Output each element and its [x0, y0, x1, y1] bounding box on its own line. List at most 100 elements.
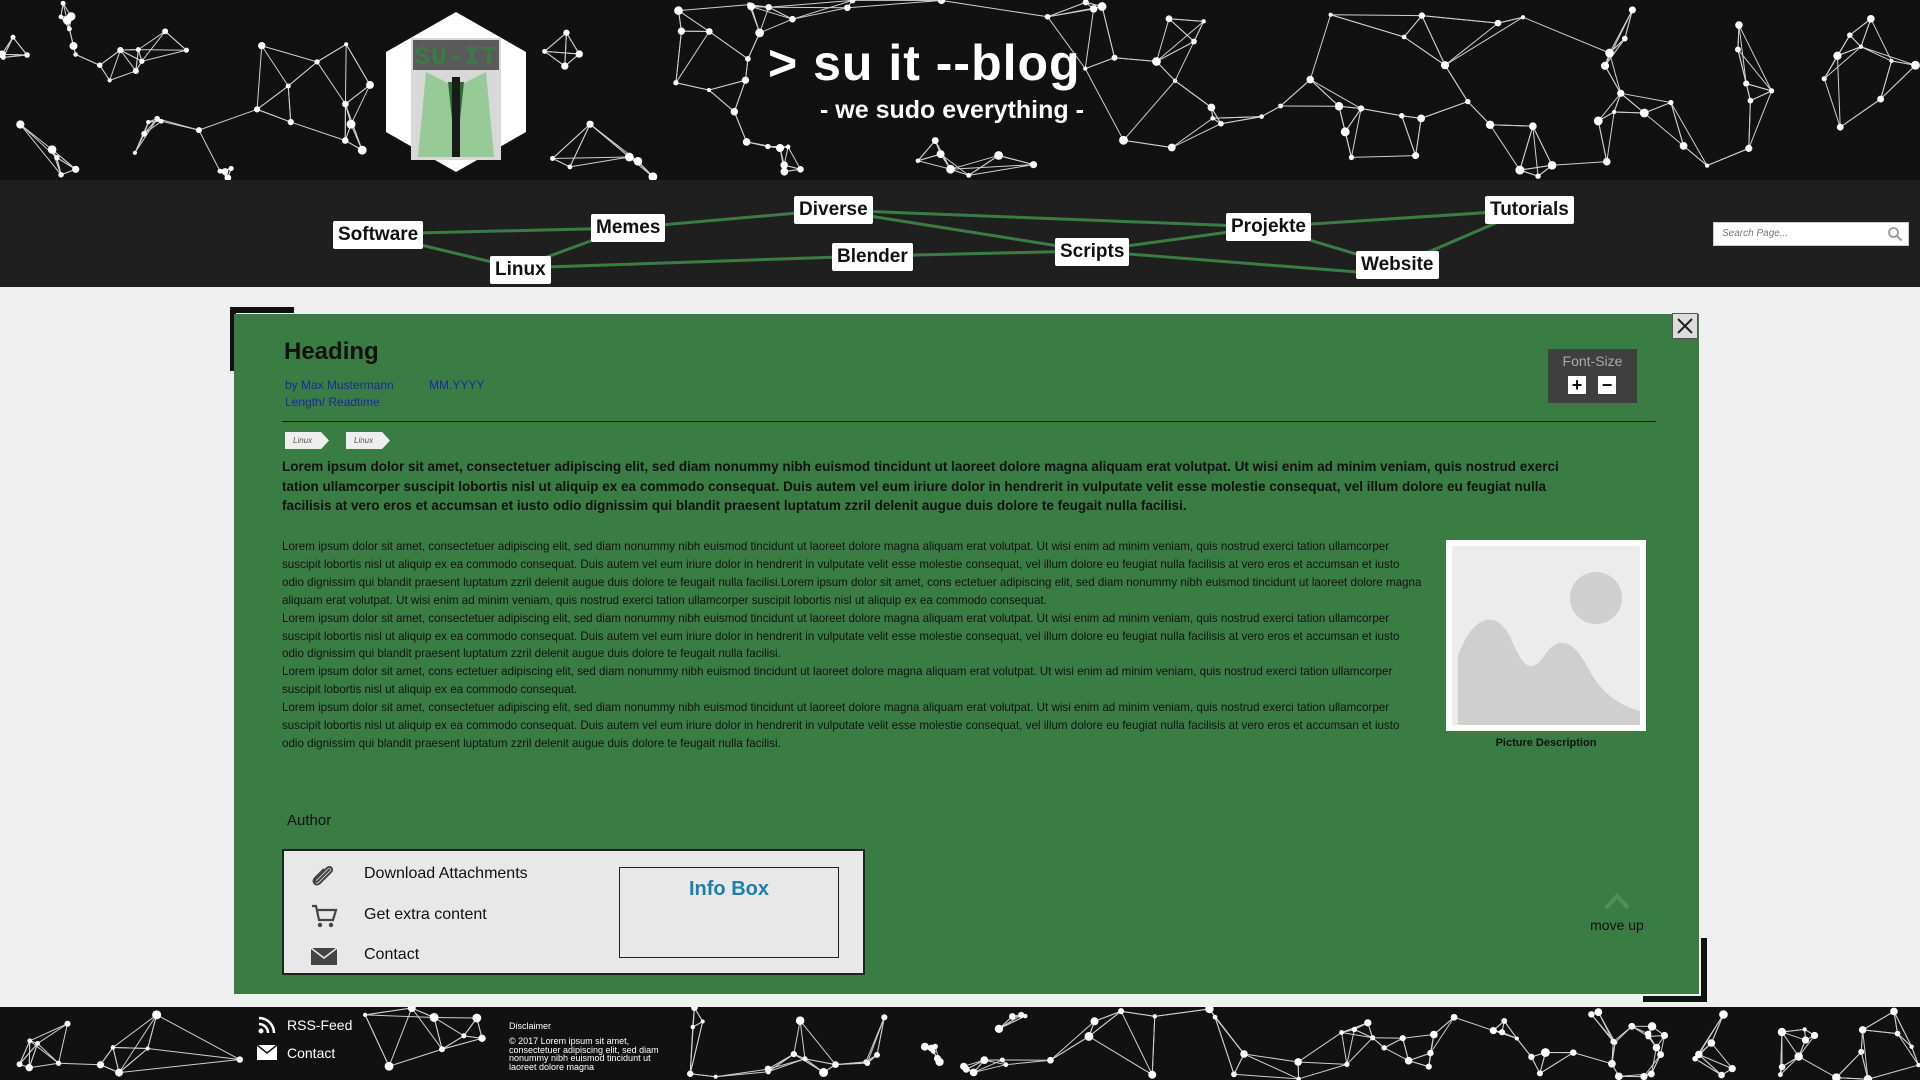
download-attachments-link[interactable]: Download Attachments: [364, 865, 528, 883]
network-node: [1357, 105, 1365, 112]
network-node: [780, 161, 788, 169]
network-line: [138, 49, 187, 51]
move-up-button[interactable]: move up: [1578, 892, 1656, 933]
article-author[interactable]: by Max Mustermann: [285, 378, 394, 392]
network-node: [55, 1060, 62, 1066]
network-node: [1029, 161, 1038, 169]
network-line: [1706, 147, 1749, 167]
network-line: [316, 43, 347, 63]
nav-item-scripts[interactable]: Scripts: [1055, 238, 1130, 266]
network-node: [1535, 173, 1541, 179]
network-line: [164, 30, 187, 51]
network-line: [1532, 126, 1539, 177]
site-footer: RSS-Feed Contact Disclaimer © 2017 Lorem…: [0, 1007, 1920, 1080]
network-line: [1151, 1016, 1156, 1075]
site-logo[interactable]: [386, 12, 526, 172]
font-decrease-button[interactable]: −: [1598, 376, 1616, 394]
network-node: [1617, 89, 1625, 97]
network-node: [962, 1065, 970, 1073]
network-line: [1620, 92, 1672, 103]
nav-item-linux[interactable]: Linux: [490, 256, 551, 284]
network-node: [1148, 1070, 1157, 1079]
site-title[interactable]: > su it --blog: [768, 34, 1081, 92]
footer-contact-link[interactable]: Contact: [287, 1045, 335, 1061]
tag-linux[interactable]: Linux: [346, 432, 390, 449]
network-line: [1360, 108, 1402, 117]
network-line: [1214, 1017, 1235, 1075]
network-node: [1802, 1027, 1807, 1032]
network-node: [775, 143, 785, 153]
search-icon[interactable]: [1887, 226, 1903, 242]
close-button[interactable]: [1672, 313, 1698, 339]
article-picture[interactable]: [1446, 540, 1646, 731]
tag-linux[interactable]: Linux: [285, 432, 329, 449]
network-line: [1123, 139, 1172, 149]
network-line: [1823, 46, 1862, 80]
site-header: SU-IT > su it --blog - we sudo everythin…: [0, 0, 1920, 180]
network-line: [1214, 1016, 1245, 1055]
network-node: [47, 145, 57, 154]
network-line: [256, 108, 291, 123]
get-extra-content-link[interactable]: Get extra content: [364, 906, 487, 924]
network-node: [1660, 1031, 1669, 1040]
nav-item-memes[interactable]: Memes: [591, 214, 666, 242]
heading-divider: [282, 421, 1656, 422]
contact-link[interactable]: Contact: [364, 946, 419, 964]
network-node: [1306, 75, 1315, 84]
network-node: [1608, 1059, 1616, 1068]
logo-text: SU-IT: [414, 42, 498, 72]
network-line: [1620, 92, 1645, 114]
network-line: [1341, 1032, 1348, 1065]
network-line: [1193, 21, 1205, 42]
nav-item-blender[interactable]: Blender: [832, 243, 913, 271]
nav-item-website[interactable]: Website: [1356, 251, 1439, 279]
network-line: [1597, 93, 1622, 122]
network-line: [156, 1014, 241, 1060]
network-line: [1597, 1011, 1616, 1043]
network-node: [1498, 1029, 1506, 1036]
network-line: [1590, 1014, 1616, 1043]
nav-item-tutorials[interactable]: Tutorials: [1485, 196, 1574, 224]
network-line: [1738, 24, 1773, 92]
network-line: [1123, 80, 1176, 141]
network-node: [1911, 60, 1920, 70]
network-node: [132, 150, 138, 155]
network-line: [345, 44, 371, 86]
network-node: [1425, 1063, 1432, 1070]
network-node: [1593, 116, 1603, 126]
network-node: [1218, 120, 1224, 127]
network-node: [195, 127, 202, 134]
network-node: [969, 1068, 978, 1077]
article-heading: Heading: [284, 338, 379, 365]
network-node: [66, 26, 72, 32]
nav-item-software[interactable]: Software: [333, 221, 424, 249]
network-node: [1877, 95, 1885, 103]
font-increase-button[interactable]: +: [1568, 376, 1586, 394]
network-line: [1552, 161, 1607, 166]
network-line: [1101, 6, 1116, 58]
network-node: [567, 164, 573, 170]
nav-item-diverse[interactable]: Diverse: [794, 196, 873, 224]
network-node: [1605, 48, 1614, 58]
network-line: [119, 49, 137, 72]
network-node: [1810, 1031, 1819, 1040]
nav-item-projekte[interactable]: Projekte: [1226, 213, 1311, 241]
network-line: [569, 123, 591, 168]
network-node: [1628, 1022, 1636, 1030]
network-line: [198, 129, 221, 172]
rss-feed-link[interactable]: RSS-Feed: [287, 1017, 352, 1033]
network-line: [1401, 115, 1417, 156]
search-input[interactable]: [1714, 223, 1882, 244]
network-node: [1614, 1072, 1623, 1080]
network-node: [1172, 78, 1178, 84]
network-node: [994, 1024, 1004, 1033]
network-node: [1719, 1010, 1728, 1019]
network-node: [1889, 58, 1894, 64]
network-node: [1890, 1007, 1898, 1016]
network-node: [107, 78, 112, 83]
network-node: [221, 168, 229, 175]
network-node: [785, 144, 791, 150]
network-line: [569, 156, 630, 168]
network-node: [429, 1012, 439, 1022]
network-line: [1597, 120, 1608, 162]
